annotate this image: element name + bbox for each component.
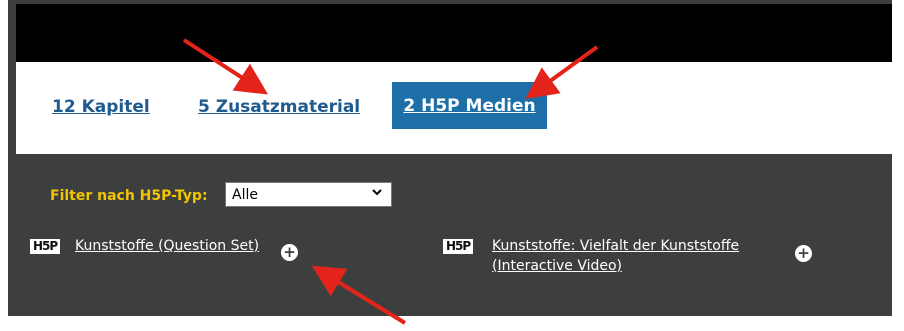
- annotation-arrows: [182, 38, 599, 325]
- annotation-arrow: [311, 265, 407, 325]
- annotation-arrow: [182, 38, 269, 95]
- annotation-arrow: [525, 45, 599, 100]
